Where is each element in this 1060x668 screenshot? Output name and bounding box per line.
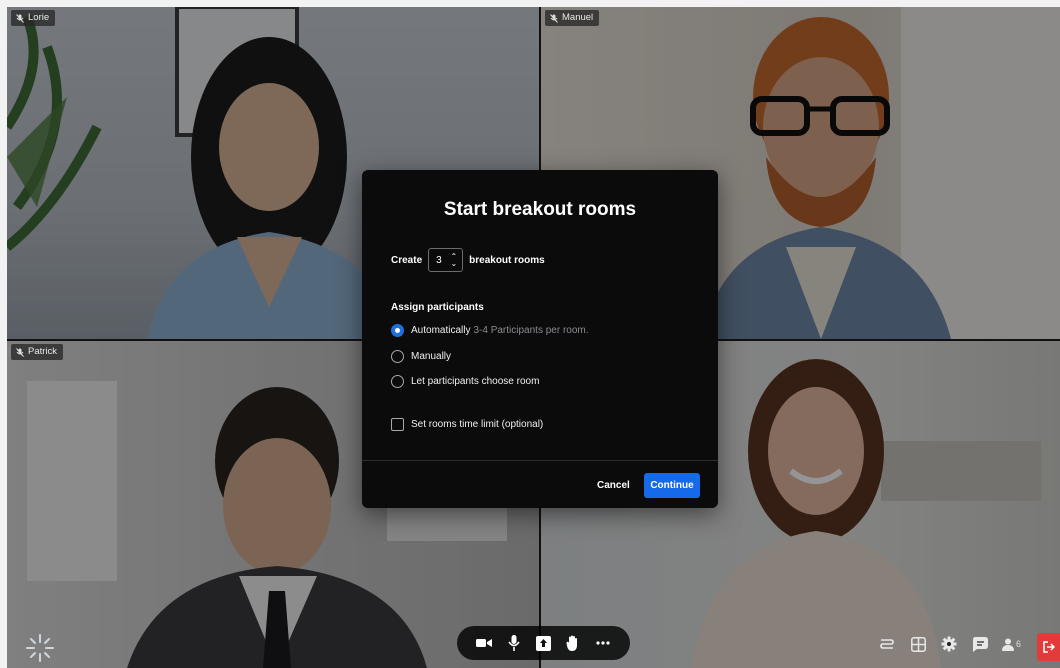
option-participants-choose[interactable]: Let participants choose room (391, 375, 539, 388)
muted-mic-icon (16, 347, 24, 357)
name-tag: Manuel (545, 10, 600, 26)
settings-icon[interactable] (940, 635, 958, 653)
continue-button[interactable]: Continue (644, 473, 700, 498)
share-screen-icon[interactable] (534, 634, 552, 652)
radio-participants-choose[interactable] (391, 375, 404, 388)
participants-button[interactable]: 6 (1002, 635, 1021, 653)
leave-icon (1042, 641, 1055, 653)
time-limit-checkbox[interactable] (391, 418, 404, 431)
participants-icon (1002, 638, 1014, 651)
grid-view-icon[interactable] (909, 635, 927, 653)
option-automatically[interactable]: Automatically 3-4 Participants per room. (391, 324, 589, 337)
muted-mic-icon (550, 13, 558, 23)
create-label: Create (391, 254, 423, 266)
radio-manually[interactable] (391, 350, 404, 363)
participant-name: Lorie (28, 12, 50, 23)
rooms-suffix-label: breakout rooms (469, 254, 545, 266)
participant-count: 6 (1016, 639, 1022, 649)
leave-call-button[interactable] (1037, 633, 1060, 661)
dialog-divider (362, 460, 718, 461)
camera-icon[interactable] (475, 634, 493, 652)
participant-name: Manuel (562, 12, 594, 23)
stepper-arrows-icon[interactable]: ⌃ ⌄ (450, 253, 457, 268)
time-limit-option[interactable]: Set rooms time limit (optional) (391, 418, 543, 431)
breakout-rooms-dialog: Start breakout rooms Create 3 ⌃ ⌄ breakou… (362, 170, 718, 508)
option-label: Manually (411, 351, 452, 362)
time-limit-label: Set rooms time limit (optional) (411, 419, 544, 430)
app-logo-icon (26, 634, 54, 662)
cancel-button[interactable]: Cancel (594, 474, 633, 498)
participant-name: Patrick (28, 346, 58, 357)
name-tag: Patrick (11, 344, 64, 360)
radio-automatically[interactable] (391, 324, 404, 337)
room-count-stepper[interactable]: 3 ⌃ ⌄ (428, 248, 464, 272)
call-controls (457, 626, 630, 660)
breakout-rooms-icon[interactable] (878, 635, 896, 653)
raise-hand-icon[interactable] (564, 634, 582, 652)
more-icon[interactable] (594, 634, 612, 652)
right-toolbar: 6 (878, 630, 1021, 658)
room-count-value: 3 (436, 254, 442, 266)
assign-participants-heading: Assign participants (391, 302, 484, 313)
chat-icon[interactable] (971, 635, 989, 653)
option-label: Automatically (411, 325, 471, 336)
option-manually[interactable]: Manually (391, 350, 451, 363)
name-tag: Lorie (11, 10, 56, 26)
option-hint: 3-4 Participants per room. (473, 325, 589, 336)
create-rooms-row: Create 3 ⌃ ⌄ breakout rooms (391, 248, 545, 272)
microphone-icon[interactable] (505, 634, 523, 652)
option-label: Let participants choose room (411, 376, 540, 387)
dialog-title: Start breakout rooms (443, 199, 637, 220)
muted-mic-icon (16, 13, 24, 23)
